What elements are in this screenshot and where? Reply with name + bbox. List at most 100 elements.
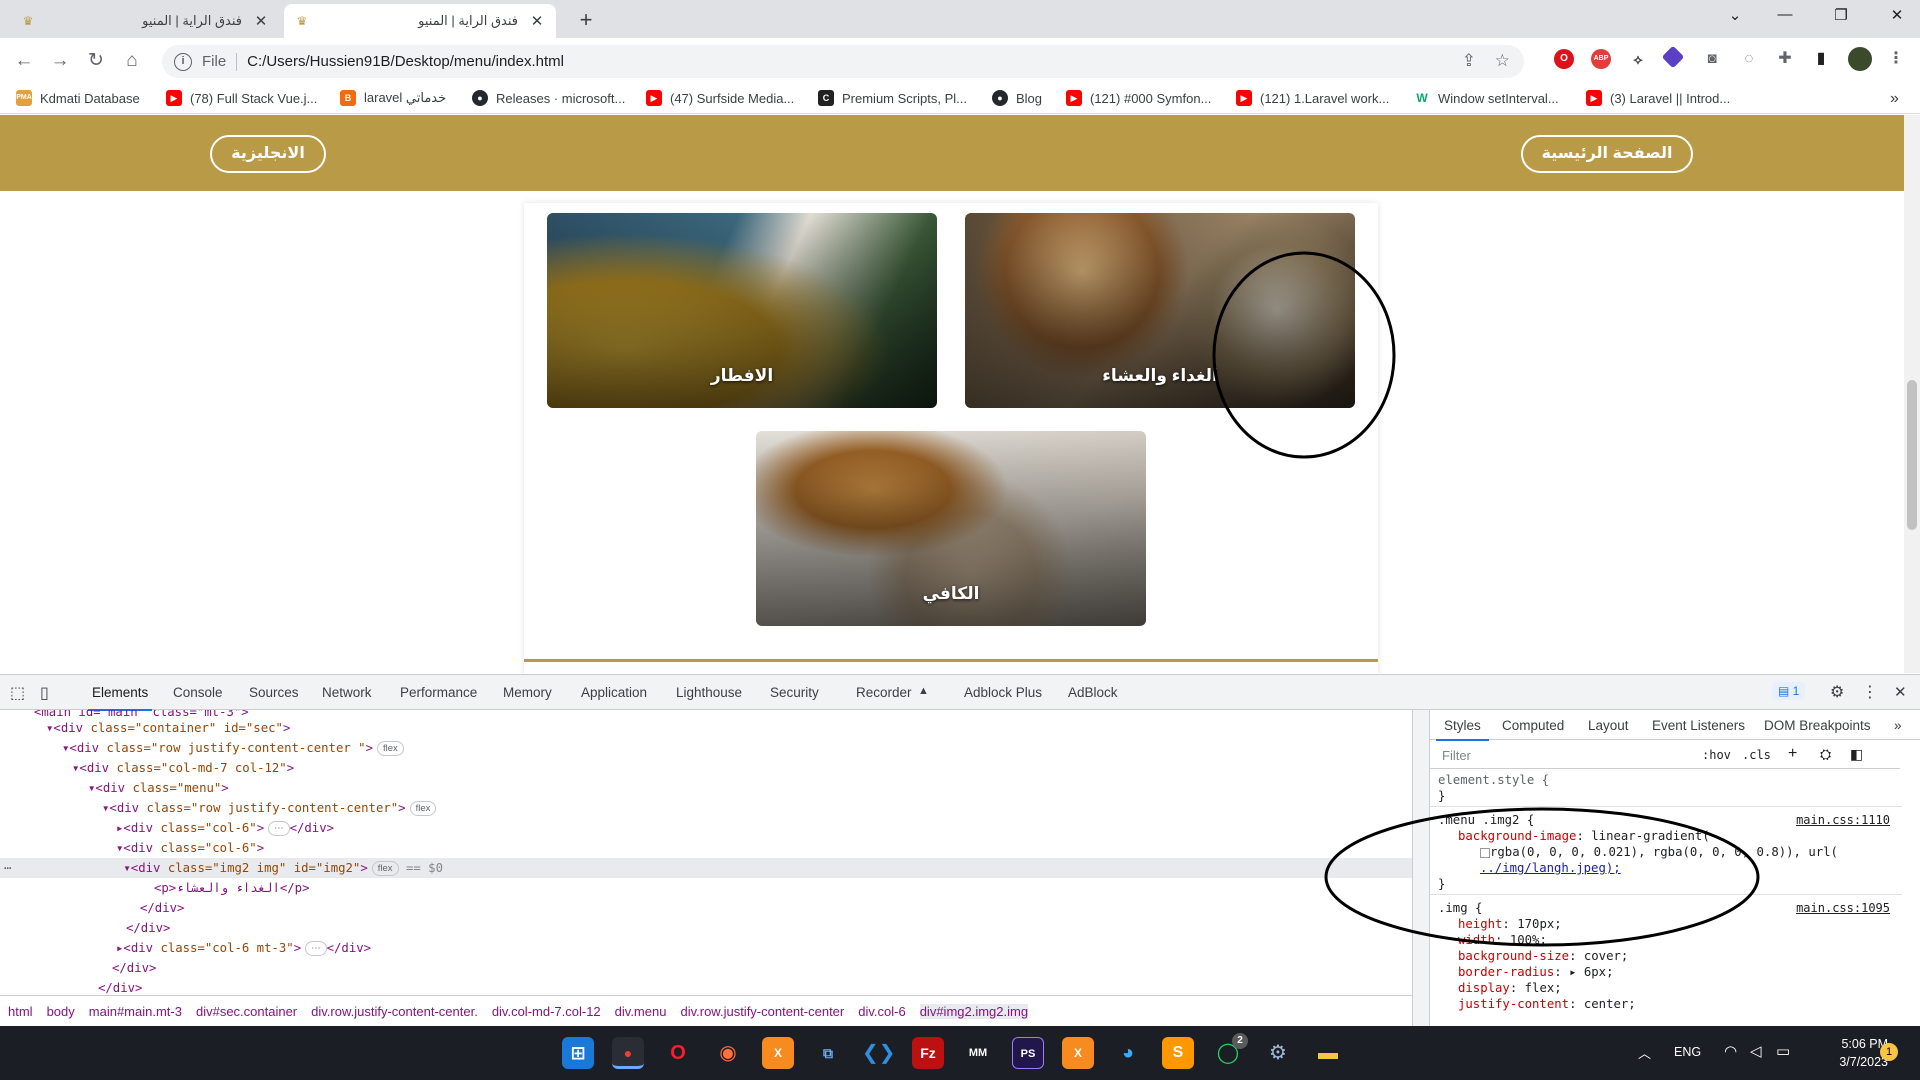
xampp-icon[interactable]: X — [762, 1037, 794, 1069]
chrome-icon[interactable]: ● — [612, 1037, 644, 1069]
extensions-puzzle-icon[interactable]: ✚ — [1775, 49, 1795, 69]
dom-node[interactable]: <p>الغداء والعشاء</p> — [154, 878, 310, 898]
tab-computed[interactable]: Computed — [1502, 718, 1564, 733]
browser-tab-active[interactable]: ♛ فندق الراية | المنيو ✕ — [284, 4, 556, 38]
bookmark-item[interactable]: ● Blog — [992, 90, 1042, 106]
dom-node[interactable]: ▾<div class="container" id="sec"> — [46, 718, 290, 738]
xampp-icon[interactable]: X — [1062, 1037, 1094, 1069]
battery-icon[interactable]: ▭ — [1776, 1042, 1790, 1060]
bookmark-item[interactable]: ▶ (121) #000 Symfon... — [1066, 90, 1211, 106]
menu-kebab-icon[interactable]: ⋮ — [1886, 49, 1906, 69]
devtools-menu-icon[interactable]: ⋮ — [1862, 682, 1878, 702]
tab-adblock[interactable]: AdBlock — [1068, 685, 1118, 700]
issues-badge[interactable]: ▤ 1 — [1772, 682, 1806, 700]
ellipsis-badge[interactable]: ⋯ — [305, 941, 327, 956]
profile-avatar[interactable] — [1848, 47, 1872, 71]
tab-security[interactable]: Security — [770, 685, 819, 700]
row-more-icon[interactable]: ⋯ — [4, 861, 11, 875]
dom-node[interactable]: ▾<div class="menu"> — [88, 778, 229, 798]
tab-sources[interactable]: Sources — [249, 685, 299, 700]
tab-adblock-plus[interactable]: Adblock Plus — [964, 685, 1042, 700]
breadcrumb-item[interactable]: div.col-6 — [858, 1004, 905, 1019]
back-arrow-icon[interactable]: ← — [8, 45, 40, 77]
bookmark-star-icon[interactable]: ☆ — [1495, 51, 1510, 71]
settings-gear-icon[interactable]: ⚙ — [1830, 682, 1844, 702]
bookmark-item[interactable]: ▶ (121) 1.Laravel work... — [1236, 90, 1389, 106]
flex-badge[interactable]: flex — [376, 741, 404, 756]
dom-node[interactable]: </div> — [112, 958, 156, 978]
maximize-button[interactable]: ❐ — [1826, 6, 1856, 24]
dom-node[interactable]: ▾<div class="row justify-content-center"… — [102, 798, 437, 818]
tab-network[interactable]: Network — [322, 685, 372, 700]
minimize-button[interactable]: — — [1770, 6, 1800, 23]
bookmark-item[interactable]: C Premium Scripts, Pl... — [818, 90, 967, 106]
volume-icon[interactable]: ◁ — [1750, 1042, 1762, 1060]
bookmark-item[interactable]: ▶ (3) Laravel || Introd... — [1586, 90, 1730, 106]
flex-badge[interactable]: flex — [371, 861, 399, 876]
mm-app-icon[interactable]: MM — [962, 1037, 994, 1069]
address-bar[interactable]: i File C:/Users/Hussien91B/Desktop/menu/… — [162, 45, 1524, 78]
cafe-tile[interactable]: الكافي — [756, 431, 1146, 626]
forward-arrow-icon[interactable]: → — [44, 45, 76, 77]
css-declaration[interactable]: justify-content: center; — [1458, 996, 1636, 1012]
breadcrumb-item[interactable]: main#main.mt-3 — [89, 1004, 182, 1019]
dom-node-selected[interactable]: ⋯ ▾<div class="img2 img" id="img2"> flex =… — [0, 858, 1412, 878]
english-language-button[interactable]: الانجليزية — [210, 135, 326, 173]
language-indicator[interactable]: ENG — [1674, 1045, 1701, 1059]
breadcrumb-item[interactable]: div.row.justify-content-center. — [311, 1004, 478, 1019]
page-scrollbar[interactable] — [1904, 115, 1920, 673]
paint-icon[interactable]: ⛭ — [1820, 746, 1831, 763]
breakfast-tile[interactable]: الافطار — [547, 213, 937, 408]
phpstorm-icon[interactable]: PS — [1012, 1037, 1044, 1069]
device-toolbar-icon[interactable]: ▯ — [40, 683, 49, 703]
breadcrumb-item[interactable]: div.col-md-7.col-12 — [492, 1004, 601, 1019]
home-page-button[interactable]: الصفحة الرئيسية — [1521, 135, 1693, 173]
tab-search-icon[interactable]: ⌄ — [1720, 6, 1750, 24]
tab-layout[interactable]: Layout — [1588, 718, 1629, 733]
tab-lighthouse[interactable]: Lighthouse — [676, 685, 742, 700]
dom-node[interactable]: ▸<div class="col-6"> ⋯ </div> — [116, 818, 334, 838]
filezilla-icon[interactable]: Fz — [912, 1037, 944, 1069]
sublime-text-icon[interactable]: S — [1162, 1037, 1194, 1069]
tab-elements[interactable]: Elements — [87, 685, 153, 711]
dom-node[interactable]: ▸<div class="col-6 mt-3"> ⋯ </div> — [116, 938, 371, 958]
app-circle-icon[interactable]: ◕ — [1112, 1037, 1144, 1069]
share-icon[interactable]: ⇪ — [1462, 51, 1476, 71]
more-tabs-icon[interactable]: » — [1894, 718, 1902, 733]
inspect-element-icon[interactable]: ⬚ — [10, 683, 25, 703]
breadcrumb-item[interactable]: div.row.justify-content-center — [680, 1004, 844, 1019]
close-devtools-icon[interactable]: ✕ — [1894, 683, 1907, 701]
tab-console[interactable]: Console — [173, 685, 223, 700]
extension-icon[interactable]: ⟡ — [1628, 49, 1648, 69]
dom-node[interactable]: ▾<div class="row justify-content-center … — [62, 738, 404, 758]
rule-source-link[interactable]: main.css:1110 — [1796, 812, 1890, 828]
breadcrumb-item[interactable]: body — [47, 1004, 75, 1019]
reload-icon[interactable]: ↻ — [80, 45, 112, 77]
firefox-icon[interactable]: ◉ — [712, 1037, 744, 1069]
bookmark-item[interactable]: ● Releases · microsoft... — [472, 90, 625, 106]
notification-badge[interactable]: 1 — [1880, 1043, 1898, 1061]
css-declaration[interactable]: border-radius: ▸ 6px; — [1458, 964, 1613, 980]
breadcrumb-item[interactable]: html — [8, 1004, 33, 1019]
dom-node[interactable]: ▾<div class="col-md-7 col-12"> — [72, 758, 294, 778]
close-tab-icon[interactable]: ✕ — [528, 12, 546, 30]
flex-badge[interactable]: flex — [409, 801, 437, 816]
bookmark-item[interactable]: ▶ (47) Surfside Media... — [646, 90, 794, 106]
breadcrumb-item-selected[interactable]: div#img2.img2.img — [919, 1004, 1029, 1019]
extension-circle-icon[interactable]: ◌ — [1739, 49, 1759, 69]
bookmark-item[interactable]: ▶ (78) Full Stack Vue.j... — [166, 90, 317, 106]
tab-performance[interactable]: Performance — [400, 685, 477, 700]
tab-event-listeners[interactable]: Event Listeners — [1652, 718, 1745, 733]
network-app-icon[interactable]: ⧉ — [812, 1037, 844, 1069]
close-tab-icon[interactable]: ✕ — [252, 12, 270, 30]
site-info-icon[interactable]: i — [174, 52, 192, 71]
dom-node[interactable]: ▾<div class="col-6"> — [116, 838, 264, 858]
tab-memory[interactable]: Memory — [503, 685, 552, 700]
breadcrumb-item[interactable]: div.menu — [615, 1004, 667, 1019]
bookmark-item[interactable]: W Window setInterval... — [1414, 90, 1559, 106]
tab-styles[interactable]: Styles — [1436, 718, 1489, 741]
url-text[interactable]: C:/Users/Hussien91B/Desktop/menu/index.h… — [247, 53, 564, 70]
opera-icon[interactable]: O — [662, 1037, 694, 1069]
dom-node[interactable]: </div> — [140, 898, 184, 918]
wifi-icon[interactable]: ◠ — [1724, 1042, 1737, 1060]
